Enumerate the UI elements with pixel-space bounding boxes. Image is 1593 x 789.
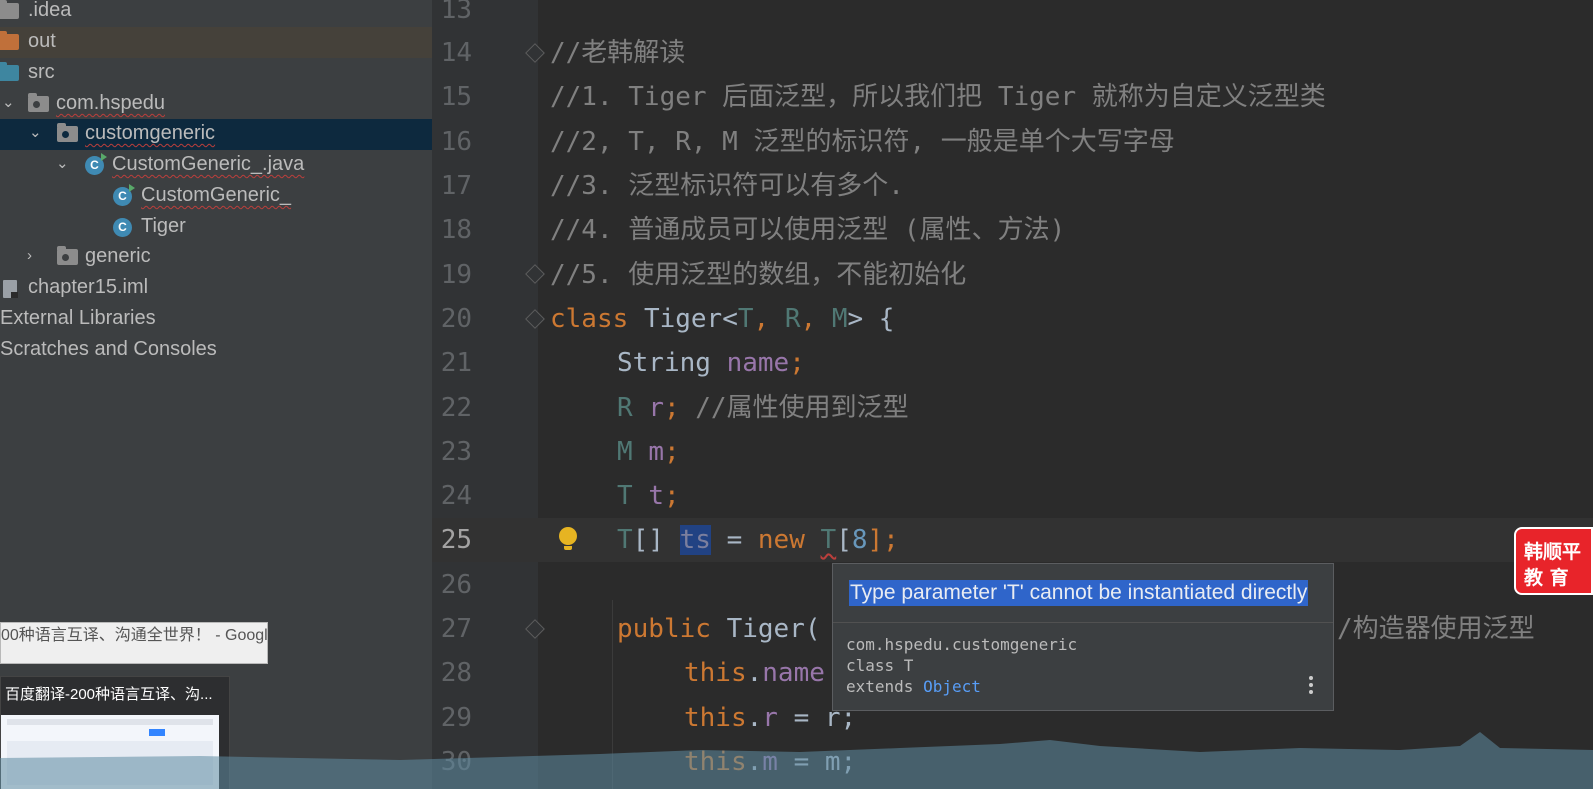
tree-item-label: External Libraries xyxy=(0,307,156,329)
tree-item-scratches[interactable]: Scratches and Consoles xyxy=(0,335,432,366)
error-type-param: T xyxy=(820,525,837,555)
current-line-highlight xyxy=(432,518,1593,562)
more-options-icon[interactable] xyxy=(1309,676,1313,696)
line-number: 17 xyxy=(440,171,472,201)
error-message-area: Type parameter 'T' cannot be instantiate… xyxy=(833,564,1333,623)
tree-item-label: CustomGeneric_ xyxy=(141,184,292,206)
code-line-14: //老韩解读 xyxy=(550,38,686,68)
tree-item-chapter15-iml[interactable]: chapter15.iml xyxy=(0,273,432,304)
module-file-icon xyxy=(3,280,18,298)
code-line-28: this.name xyxy=(684,658,825,688)
tree-item-label: com.hspedu xyxy=(56,92,165,114)
object-link[interactable]: Object xyxy=(923,677,981,696)
package-icon xyxy=(57,123,78,142)
code-line-20: class Tiger<T, R, M> { xyxy=(550,304,895,334)
tree-item-customgeneric[interactable]: ⌄ customgeneric xyxy=(0,119,432,150)
tree-item-label: chapter15.iml xyxy=(28,276,149,298)
line-number: 26 xyxy=(440,570,472,600)
quick-doc: com.hspedu.customgeneric class T extends… xyxy=(846,634,1077,697)
chevron-down-icon[interactable]: ⌄ xyxy=(56,150,69,178)
line-number: 27 xyxy=(440,614,472,644)
line-number: 16 xyxy=(440,127,472,157)
java-class-icon: C xyxy=(85,153,107,175)
code-line-25: T[] ts = new T[8]; xyxy=(617,525,899,555)
tree-item-label: src xyxy=(28,61,55,83)
code-line-21: String name; xyxy=(617,348,805,378)
preview-title: 百度翻译-200种语言互译、沟... xyxy=(5,686,213,703)
class-icon: C xyxy=(113,218,132,237)
browser-tab-tooltip: 00种语言互译、沟通全世界！ - Google xyxy=(0,622,268,664)
tree-item-label: out xyxy=(28,30,56,52)
logo-text-line2: 教 育 xyxy=(1524,567,1569,589)
code-line-17: //3. 泛型标识符可以有多个. xyxy=(550,171,904,201)
line-number: 21 xyxy=(440,348,472,378)
error-message[interactable]: Type parameter 'T' cannot be instantiate… xyxy=(849,580,1309,606)
code-line-24: T t; xyxy=(617,481,680,511)
lightbulb-icon[interactable] xyxy=(559,527,577,550)
tree-item-generic[interactable]: › generic xyxy=(0,242,432,273)
line-number: 19 xyxy=(440,260,472,290)
doc-extends: extends xyxy=(846,677,924,696)
line-number: 28 xyxy=(440,658,472,688)
line-number: 15 xyxy=(440,82,472,112)
tree-item-tiger[interactable]: C Tiger xyxy=(0,212,432,243)
tree-item-customgeneric-class[interactable]: C CustomGeneric_ xyxy=(0,181,432,212)
package-icon xyxy=(57,246,78,265)
audio-wave-overlay xyxy=(0,732,1593,789)
logo-text-line1: 韩顺平 xyxy=(1524,541,1582,563)
tree-item-external-libraries[interactable]: External Libraries xyxy=(0,304,432,335)
line-number: 22 xyxy=(440,393,472,423)
tree-item-label: customgeneric xyxy=(85,122,216,144)
selected-identifier: ts xyxy=(679,525,711,555)
tree-item-idea[interactable]: .idea xyxy=(0,0,432,27)
chevron-down-icon[interactable]: ⌄ xyxy=(2,89,15,117)
line-number: 23 xyxy=(440,437,472,467)
line-number-current: 25 xyxy=(440,525,472,555)
line-number: 24 xyxy=(440,481,472,511)
project-tree-panel: .idea out src ⌄ com.hspedu ⌄ customgener… xyxy=(0,0,432,789)
tree-item-label: CustomGeneric_.java xyxy=(112,153,305,175)
code-line-15: //1. Tiger 后面泛型，所以我们把 Tiger 就称为自定义泛型类 xyxy=(550,82,1326,112)
code-line-22: R r; //属性使用到泛型 xyxy=(617,393,909,423)
tree-item-label: .idea xyxy=(28,0,72,21)
tree-item-label: Scratches and Consoles xyxy=(0,338,217,360)
code-line-23: M m; xyxy=(617,437,680,467)
tree-item-src[interactable]: src xyxy=(0,58,432,89)
source-folder-icon xyxy=(0,62,19,81)
code-line-19: //5. 使用泛型的数组，不能初始化 xyxy=(550,260,967,290)
tree-item-customgeneric-java[interactable]: ⌄ C CustomGeneric_.java xyxy=(0,150,432,181)
tree-item-com-hspedu[interactable]: ⌄ com.hspedu xyxy=(0,89,432,120)
code-line-18: //4. 普通成员可以使用泛型 (属性、方法) xyxy=(550,215,1066,245)
line-number: 18 xyxy=(440,215,472,245)
runnable-class-icon: C xyxy=(113,184,135,206)
doc-class: class T xyxy=(846,656,914,675)
tab-tooltip-text: 00种语言互译、沟通全世界！ - Google xyxy=(1,627,268,644)
line-number: 13 xyxy=(440,0,472,25)
excluded-folder-icon xyxy=(0,31,19,50)
chevron-right-icon[interactable]: › xyxy=(27,242,32,270)
tree-item-label: Tiger xyxy=(141,215,186,237)
code-line-27-comment: /构造器使用泛型 xyxy=(1337,614,1535,644)
watermark-logo: 韩顺平 教 育 xyxy=(1514,527,1593,595)
folder-icon xyxy=(0,0,19,19)
package-icon xyxy=(28,93,49,112)
doc-package: com.hspedu.customgeneric xyxy=(846,635,1078,654)
code-line-16: //2, T, R, M 泛型的标识符, 一般是单个大写字母 xyxy=(550,127,1175,157)
line-number: 20 xyxy=(440,304,472,334)
error-tooltip-popup: Type parameter 'T' cannot be instantiate… xyxy=(832,563,1334,711)
tree-item-out[interactable]: out xyxy=(0,27,432,58)
code-line-27: public Tiger( xyxy=(617,614,821,644)
line-number: 14 xyxy=(440,38,472,68)
tree-item-label: generic xyxy=(85,245,151,267)
chevron-down-icon[interactable]: ⌄ xyxy=(29,119,42,147)
